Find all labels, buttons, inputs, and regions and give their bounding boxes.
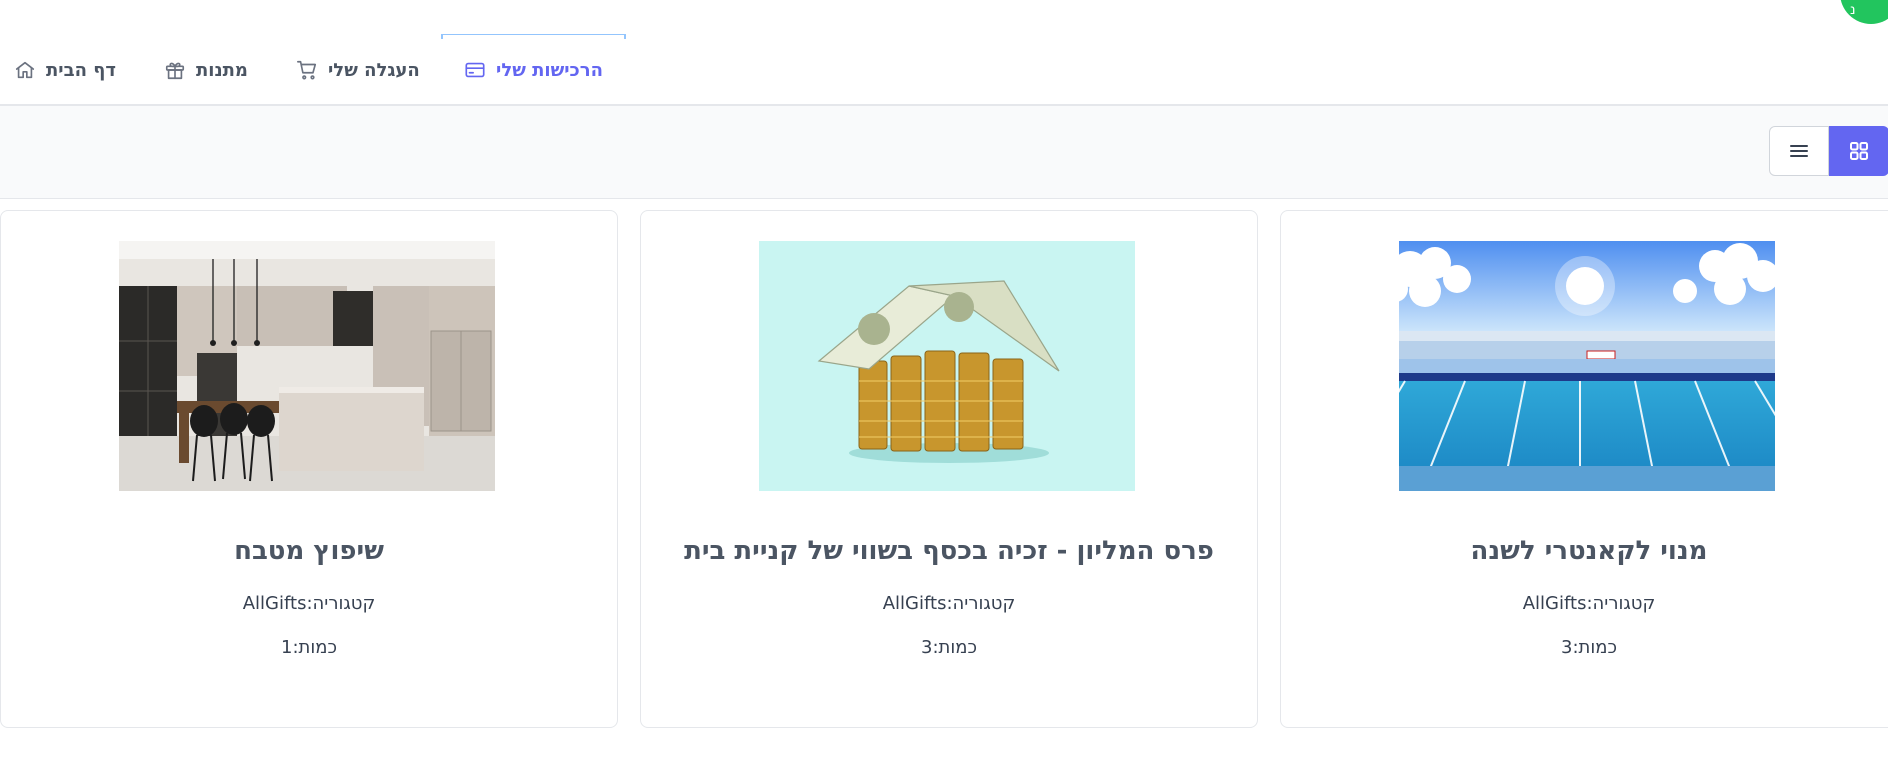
card-category: קטגוריה:AllGifts xyxy=(641,593,1257,614)
category-label: קטגוריה: xyxy=(306,593,376,614)
purchase-card[interactable]: מנוי לקאנטרי לשנה קטגוריה:AllGifts כמות:… xyxy=(1280,210,1888,728)
category-value: AllGifts xyxy=(882,593,947,614)
card-quantity: כמות:3 xyxy=(641,637,1257,658)
card-title: שיפוץ מטבח xyxy=(234,536,384,566)
quantity-label: כמות: xyxy=(932,637,977,658)
tab-label: הרכישות שלי xyxy=(496,59,603,81)
tab-home[interactable]: דף הבית xyxy=(14,34,116,106)
card-quantity: כמות:1 xyxy=(1,637,617,658)
grid-icon xyxy=(1850,142,1868,160)
grid-view-button[interactable] xyxy=(1829,126,1888,176)
tab-label: העגלה שלי xyxy=(328,59,420,81)
quantity-label: כמות: xyxy=(1572,637,1617,658)
quantity-value: 1 xyxy=(281,637,293,658)
purchase-card[interactable]: פרס המליון - זכיה בכסף בשווי של קניית בי… xyxy=(640,210,1258,728)
category-value: AllGifts xyxy=(1522,593,1587,614)
view-toolbar xyxy=(0,106,1888,199)
list-icon xyxy=(1790,145,1808,157)
tab-label: מתנות xyxy=(196,59,248,81)
credit-card-icon xyxy=(465,62,485,78)
swimming-pool-photo xyxy=(1399,241,1775,491)
kitchen-photo xyxy=(119,241,495,491)
user-avatar[interactable]: נ xyxy=(1840,0,1888,24)
tab-my-purchases[interactable]: הרכישות שלי xyxy=(441,34,626,108)
money-house-photo xyxy=(759,241,1135,491)
card-category: קטגוריה:AllGifts xyxy=(1281,593,1888,614)
cart-icon xyxy=(297,60,317,80)
tab-my-cart[interactable]: העגלה שלי xyxy=(296,34,420,106)
category-value: AllGifts xyxy=(242,593,307,614)
home-icon xyxy=(15,61,35,79)
tab-gifts[interactable]: מתנות xyxy=(164,34,248,106)
view-toggle xyxy=(1769,126,1888,176)
quantity-value: 3 xyxy=(921,637,933,658)
category-label: קטגוריה: xyxy=(946,593,1016,614)
card-category: קטגוריה:AllGifts xyxy=(1,593,617,614)
avatar-initial: נ xyxy=(1850,2,1856,18)
tab-label: דף הבית xyxy=(46,59,116,81)
quantity-label: כמות: xyxy=(292,637,337,658)
quantity-value: 3 xyxy=(1561,637,1573,658)
list-view-button[interactable] xyxy=(1769,126,1829,176)
card-title: מנוי לקאנטרי לשנה xyxy=(1470,536,1708,566)
card-title: פרס המליון - זכיה בכסף בשווי של קניית בי… xyxy=(684,536,1214,566)
category-label: קטגוריה: xyxy=(1586,593,1656,614)
purchase-card[interactable]: שיפוץ מטבח קטגוריה:AllGifts כמות:1 xyxy=(0,210,618,728)
gift-icon xyxy=(165,62,185,80)
card-quantity: כמות:3 xyxy=(1281,637,1888,658)
